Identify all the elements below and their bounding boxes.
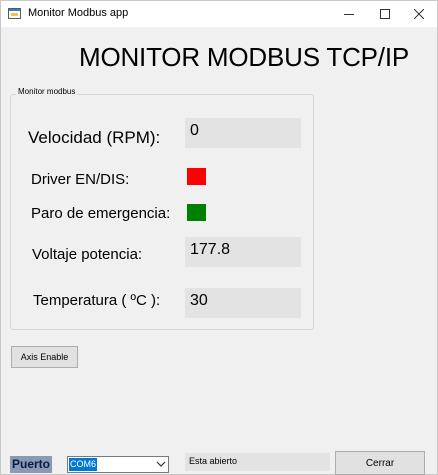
page-title: MONITOR MODBUS TCP/IP [79,42,409,72]
title-bar[interactable]: Monitor Modbus app [1,1,437,27]
velocidad-label: Velocidad (RPM): [28,128,161,147]
temperatura-label: Temperatura ( ºC ): [33,292,161,309]
paro-emergencia-label: Paro de emergencia: [31,205,171,222]
driver-label: Driver EN/DIS: [31,171,130,188]
minimize-icon [344,13,354,15]
maximize-button[interactable] [367,1,403,27]
window-title: Monitor Modbus app [28,7,129,19]
groupbox-legend: Monitor modbus [16,87,78,96]
voltaje-value: 177.8 [185,237,301,267]
connection-status: Esta abierto [185,453,330,471]
axis-enable-button[interactable]: Axis Enable [11,346,78,368]
cerrar-button[interactable]: Cerrar [335,451,425,475]
app-form-icon [8,7,22,20]
port-select-value: COM6 [69,458,98,471]
temperatura-value: 30 [185,288,301,318]
voltaje-label: Voltaje potencia: [32,246,143,263]
close-icon [414,9,424,19]
close-button[interactable] [401,1,437,27]
paro-emergencia-indicator [187,204,206,221]
maximize-icon [380,9,390,19]
velocidad-value: 0 [185,118,301,148]
puerto-label: Puerto [10,456,53,473]
driver-status-indicator [187,168,206,185]
chevron-down-icon[interactable] [156,460,166,469]
minimize-button[interactable] [331,1,367,27]
app-window: Monitor Modbus app MONITOR MODBUS TCP/IP… [0,0,438,475]
port-select[interactable]: COM6 [67,456,169,473]
